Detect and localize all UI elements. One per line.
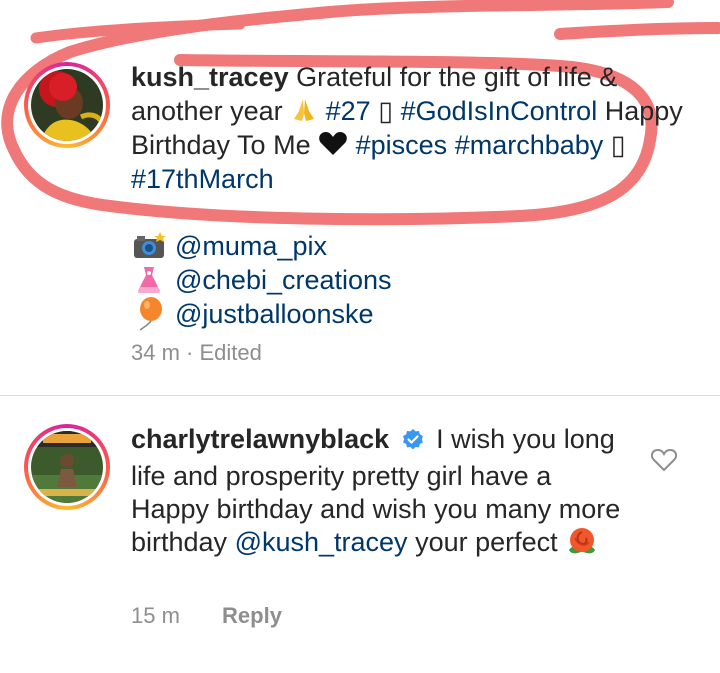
- credit-row: @muma_pix: [131, 229, 392, 263]
- hashtag-godisincontrol-link[interactable]: #GodIsInControl: [401, 96, 598, 126]
- comment-username[interactable]: kush_tracey: [131, 62, 289, 92]
- pray-emoji-icon: [290, 96, 326, 126]
- like-heart-icon[interactable]: [650, 448, 678, 472]
- comment-meta: 15 m Reply: [131, 603, 282, 629]
- edited-label: Edited: [199, 340, 262, 365]
- hashtag-17thmarch-link[interactable]: #17thMarch: [131, 164, 274, 194]
- avatar-border: [28, 66, 106, 144]
- hashtag-27-link[interactable]: #27: [326, 96, 371, 126]
- credit-handle-link[interactable]: @chebi_creations: [175, 263, 392, 297]
- comment-username[interactable]: charlytrelawnyblack: [131, 424, 389, 454]
- mention-kush-tracey-link[interactable]: @kush_tracey: [235, 527, 408, 557]
- comment-meta: 34 m · Edited: [131, 340, 262, 366]
- credit-row: @justballoonske: [131, 297, 392, 331]
- comment-text: your perfect: [415, 527, 558, 557]
- comment-divider: [0, 395, 720, 396]
- avatar-border: [28, 428, 106, 506]
- black-heart-icon: [318, 130, 356, 160]
- avatar-kush-tracey[interactable]: [24, 62, 110, 148]
- photo-credits: @muma_pix @chebi_creations @justballoons…: [131, 229, 392, 331]
- missing-glyph: ▯: [378, 96, 394, 126]
- camera-icon: [131, 230, 167, 262]
- separator-dot: ·: [186, 340, 194, 365]
- missing-glyph: ▯: [610, 130, 626, 160]
- verified-badge-icon: [401, 427, 425, 460]
- rose-emoji-icon: [565, 527, 599, 557]
- comment-kush-tracey: kush_tracey Grateful for the gift of lif…: [131, 60, 691, 196]
- hashtag-pisces-link[interactable]: #pisces: [356, 130, 448, 160]
- comment-charlytrelawnyblack: charlytrelawnyblack I wish you long life…: [131, 423, 631, 559]
- credit-row: @chebi_creations: [131, 263, 392, 297]
- avatar-charlytrelawnyblack[interactable]: [24, 424, 110, 510]
- credit-handle-link[interactable]: @justballoonske: [175, 297, 374, 331]
- hashtag-marchbaby-link[interactable]: #marchbaby: [455, 130, 604, 160]
- balloon-icon: [131, 297, 167, 331]
- profile-photo: [31, 69, 103, 141]
- comment-timestamp: 15 m: [131, 603, 180, 628]
- credit-handle-link[interactable]: @muma_pix: [175, 229, 327, 263]
- dress-icon: [131, 264, 167, 296]
- comment-timestamp: 34 m: [131, 340, 180, 365]
- reply-button[interactable]: Reply: [222, 603, 282, 628]
- profile-photo: [31, 431, 103, 503]
